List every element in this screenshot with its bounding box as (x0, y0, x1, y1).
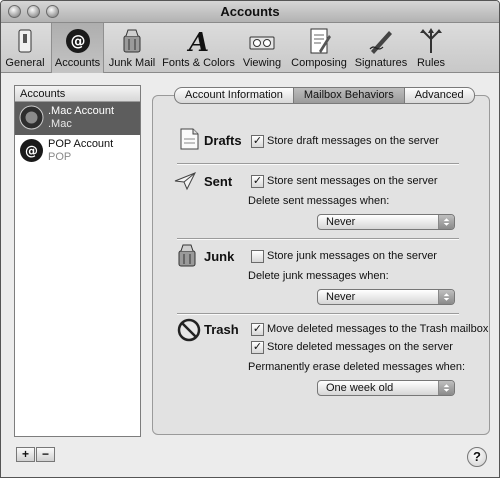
account-row-pop[interactable]: @ POP Account POP (15, 135, 140, 168)
svg-text:@: @ (25, 144, 38, 159)
toolbar-viewing-label: Viewing (242, 57, 282, 69)
store-sent-checkbox[interactable]: ✓ (251, 175, 264, 188)
mac-account-icon (19, 105, 44, 130)
account-name: POP Account (48, 138, 114, 150)
account-row-mac[interactable]: .Mac Account .Mac (15, 102, 140, 135)
store-junk-checkbox[interactable] (251, 250, 264, 263)
account-name: .Mac Account (48, 105, 115, 117)
tab-bar: Account Information Mailbox Behaviors Ad… (174, 87, 475, 104)
title-bar[interactable]: Accounts (1, 1, 499, 23)
toolbar-fonts-colors[interactable]: A Fonts & Colors (160, 23, 237, 73)
toolbar-general-label: General (5, 57, 45, 69)
toolbar-viewing[interactable]: Viewing (239, 23, 285, 73)
trash-label: Trash (204, 322, 239, 337)
accounts-list-header: Accounts (15, 86, 140, 102)
accounts-list: Accounts .Mac Account .Mac @ POP Account… (14, 85, 141, 437)
window-title: Accounts (220, 4, 280, 19)
help-button[interactable]: ? (467, 447, 487, 467)
store-deleted-label: Store deleted messages on the server (267, 341, 453, 353)
toolbar-accounts-label: Accounts (54, 57, 101, 69)
delete-junk-label: Delete junk messages when: (248, 270, 389, 282)
toolbar-junk-mail[interactable]: Junk Mail (106, 23, 158, 73)
at-sign-icon: @ (65, 29, 90, 53)
delete-sent-label: Delete sent messages when: (248, 195, 390, 207)
document-pencil-icon (310, 28, 331, 54)
account-type: .Mac (48, 118, 72, 130)
divider (177, 313, 459, 315)
toolbar-junk-mail-label: Junk Mail (108, 57, 156, 69)
store-drafts-checkbox[interactable]: ✓ (251, 135, 264, 148)
drafts-label: Drafts (204, 133, 242, 148)
remove-account-button[interactable]: − (36, 447, 55, 462)
erase-deleted-label: Permanently erase deleted messages when: (248, 361, 466, 373)
junk-trash-icon (178, 244, 196, 267)
switch-icon (18, 29, 32, 53)
at-sign-icon: @ (20, 139, 43, 162)
glasses-icon (249, 36, 275, 50)
tab-advanced[interactable]: Advanced (404, 87, 475, 104)
rules-arrows-icon (420, 28, 442, 53)
font-a-icon: A (185, 28, 208, 55)
toolbar-fonts-colors-label: Fonts & Colors (162, 57, 235, 69)
toolbar-composing-label: Composing (291, 57, 347, 69)
sent-paper-plane-icon (174, 172, 197, 191)
popup-arrows-icon (438, 290, 454, 304)
toolbar-rules[interactable]: Rules (412, 23, 450, 73)
sent-label: Sent (204, 174, 233, 189)
erase-deleted-value: One week old (326, 382, 394, 394)
pen-signature-icon (369, 31, 392, 54)
account-type: POP (48, 151, 72, 163)
popup-arrows-icon (438, 215, 454, 229)
preferences-toolbar: General @ Accounts Junk Mail A Fonts & C… (1, 23, 499, 73)
delete-junk-popup[interactable]: Never (317, 289, 455, 305)
junk-label: Junk (204, 249, 235, 264)
tab-mailbox-behaviors[interactable]: Mailbox Behaviors (293, 87, 405, 104)
svg-text:@: @ (70, 32, 85, 50)
delete-junk-value: Never (326, 291, 356, 303)
delete-sent-popup[interactable]: Never (317, 214, 455, 230)
divider (177, 238, 459, 240)
delete-sent-value: Never (326, 216, 356, 228)
add-account-button[interactable]: + (16, 447, 35, 462)
store-deleted-checkbox[interactable]: ✓ (251, 341, 264, 354)
popup-arrows-icon (438, 381, 454, 395)
divider (177, 163, 459, 165)
toolbar-signatures[interactable]: Signatures (352, 23, 410, 73)
svg-text:A: A (185, 28, 208, 55)
toolbar-rules-label: Rules (416, 57, 446, 69)
toolbar-signatures-label: Signatures (354, 57, 408, 69)
store-sent-label: Store sent messages on the server (267, 175, 438, 187)
move-to-trash-label: Move deleted messages to the Trash mailb… (267, 323, 489, 335)
drafts-document-icon (180, 128, 199, 150)
erase-deleted-popup[interactable]: One week old (317, 380, 455, 396)
trash-junk-icon (123, 29, 141, 53)
toolbar-accounts[interactable]: @ Accounts (51, 23, 104, 73)
trash-prohibited-icon (177, 318, 201, 342)
preferences-window: Accounts General @ Accounts Junk Mail A … (0, 0, 500, 478)
store-junk-label: Store junk messages on the server (267, 250, 437, 262)
toolbar-general[interactable]: General (3, 23, 47, 73)
store-drafts-label: Store draft messages on the server (267, 135, 439, 147)
tab-account-information[interactable]: Account Information (174, 87, 294, 104)
move-to-trash-checkbox[interactable]: ✓ (251, 323, 264, 336)
toolbar-composing[interactable]: Composing (288, 23, 350, 73)
